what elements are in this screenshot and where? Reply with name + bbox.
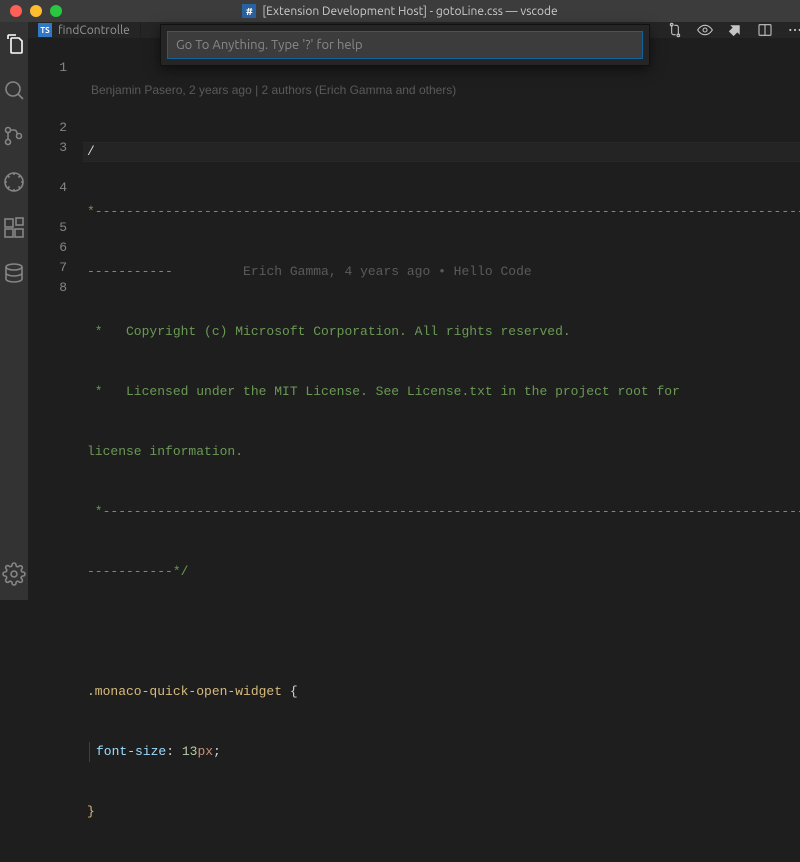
line-numbers: 1 2 3 4 5 6 7 8: [28, 38, 83, 862]
zoom-window-button[interactable]: [50, 5, 62, 17]
settings-gear-icon[interactable]: [0, 560, 28, 588]
titlebar: # [Extension Development Host] - gotoLin…: [0, 0, 800, 22]
window-title: # [Extension Development Host] - gotoLin…: [0, 4, 800, 18]
minimize-window-button[interactable]: [30, 5, 42, 17]
window-title-text: [Extension Development Host] - gotoLine.…: [262, 5, 557, 18]
tab-findcontroller[interactable]: TS findControlle: [28, 22, 141, 38]
line-number: 1: [28, 58, 67, 78]
debug-icon[interactable]: [0, 168, 28, 196]
typescript-file-icon: TS: [38, 23, 52, 37]
split-editor-icon[interactable]: [757, 22, 773, 38]
goto-anything-input[interactable]: [167, 31, 643, 59]
explorer-icon[interactable]: [0, 30, 28, 58]
extensions-icon[interactable]: [0, 214, 28, 242]
compare-changes-icon[interactable]: [667, 22, 683, 38]
editor-actions: [657, 22, 800, 38]
line-number: 8: [28, 278, 67, 298]
more-actions-icon[interactable]: [787, 22, 800, 38]
close-window-button[interactable]: [10, 5, 22, 17]
line-number: 2: [28, 118, 67, 138]
line-number: 4: [28, 178, 67, 198]
search-icon[interactable]: [0, 76, 28, 104]
source-control-icon[interactable]: [0, 122, 28, 150]
preview-icon[interactable]: [697, 22, 713, 38]
git-blame-annotation: Benjamin Pasero, 2 years ago | 2 authors…: [83, 78, 800, 102]
line-number: 6: [28, 238, 67, 258]
line-number: 5: [28, 218, 67, 238]
activity-bar: [0, 22, 28, 600]
line-number: 3: [28, 138, 67, 158]
database-icon[interactable]: [0, 260, 28, 288]
tab-label: findControlle: [58, 24, 130, 37]
open-changes-icon[interactable]: [727, 22, 743, 38]
css-file-icon: #: [242, 4, 256, 18]
code-content[interactable]: Benjamin Pasero, 2 years ago | 2 authors…: [83, 38, 800, 862]
window-controls: [0, 5, 62, 17]
line-number: 7: [28, 258, 67, 278]
editor-body[interactable]: 1 2 3 4 5 6 7 8 Benjamin Pasero, 2 years…: [28, 38, 800, 862]
git-blame-inline: Erich Gamma, 4 years ago • Hello Code: [243, 264, 532, 279]
goto-anything-popup: [160, 24, 650, 66]
